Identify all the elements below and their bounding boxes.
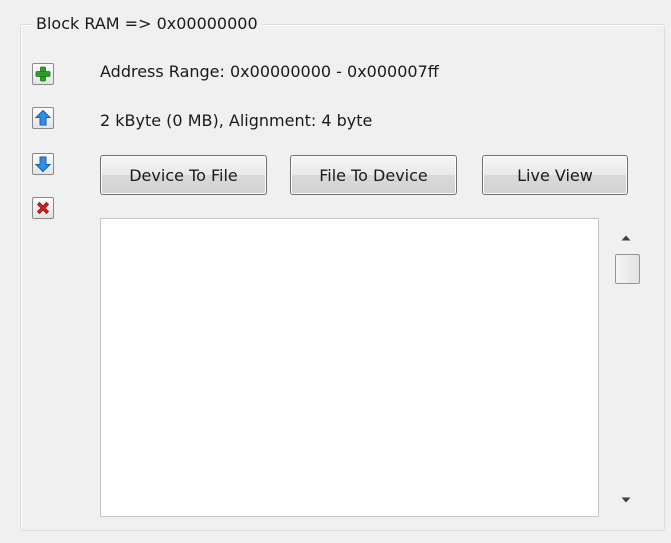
remove-block-button[interactable] [32, 197, 54, 219]
vertical-scrollbar[interactable] [610, 218, 642, 517]
arrow-down-icon [34, 156, 52, 173]
group-title: Block RAM => 0x00000000 [32, 13, 262, 35]
scroll-up-arrow-icon [621, 235, 631, 241]
arrow-up-icon [34, 109, 52, 126]
plus-icon [35, 66, 51, 82]
scroll-down-button[interactable] [610, 488, 642, 512]
move-up-button[interactable] [32, 107, 54, 129]
move-down-button[interactable] [32, 153, 54, 175]
scroll-down-arrow-icon [621, 497, 631, 503]
file-to-device-button[interactable]: File To Device [290, 155, 457, 195]
add-block-button[interactable] [32, 63, 54, 85]
address-range-label: Address Range: 0x00000000 - 0x000007ff [100, 62, 439, 81]
scroll-up-button[interactable] [610, 226, 642, 250]
memory-content-list[interactable] [100, 218, 599, 517]
size-alignment-label: 2 kByte (0 MB), Alignment: 4 byte [100, 111, 373, 130]
memory-block-panel: Block RAM => 0x00000000 Address Range: 0… [0, 0, 671, 543]
live-view-button[interactable]: Live View [482, 155, 628, 195]
device-to-file-button[interactable]: Device To File [100, 155, 267, 195]
delete-x-icon [36, 201, 50, 215]
scroll-thumb[interactable] [615, 254, 640, 284]
